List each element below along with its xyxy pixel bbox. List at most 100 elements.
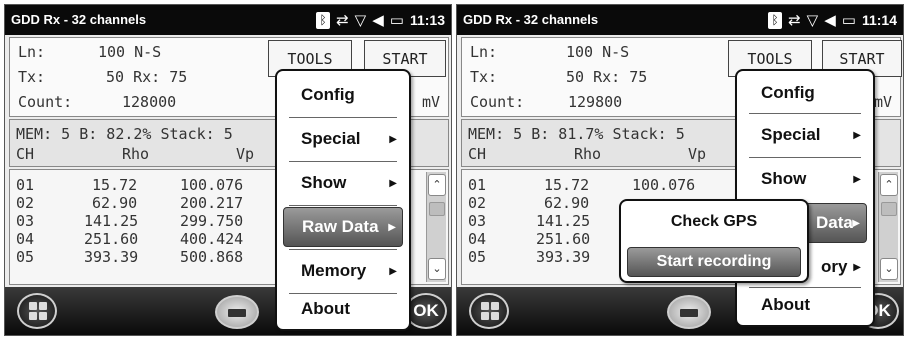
cell-ch: 01 — [16, 176, 35, 194]
menu-item-raw-data[interactable]: Raw Data ▶ — [283, 207, 403, 247]
memory-status: MEM: 5 B: 82.2% Stack: 5 — [16, 125, 233, 143]
submenu-arrow-icon: ▶ — [852, 217, 860, 229]
device-screen-2: GDD Rx - 32 channels ᛒ ⇄ ▽ ◀ ▭ 11:14 Ln:… — [456, 4, 904, 336]
menu-divider — [749, 113, 861, 114]
cell-vp: 400.424 — [180, 230, 244, 248]
cell-ch: 03 — [16, 212, 35, 230]
menu-item-config[interactable]: Config — [743, 73, 867, 113]
unit-label: mV — [874, 93, 893, 111]
header-ch: CH — [16, 145, 35, 163]
menu-item-about[interactable]: About — [283, 289, 403, 329]
line-value: 100 N-S — [98, 43, 162, 61]
menu-divider — [749, 157, 861, 158]
cell-ch: 04 — [468, 230, 487, 248]
keyboard-button[interactable] — [215, 295, 259, 329]
app-title: GDD Rx - 32 channels — [463, 12, 599, 27]
menu-divider — [289, 205, 397, 206]
cell-rho: 251.60 — [536, 230, 591, 248]
volume-icon[interactable]: ◀ — [372, 12, 384, 28]
windows-start-button[interactable] — [17, 293, 57, 329]
menu-item-label: Raw Data — [302, 217, 379, 236]
line-value: 100 N-S — [566, 43, 630, 61]
cell-rho: 141.25 — [536, 212, 591, 230]
windows-start-button[interactable] — [469, 293, 509, 329]
clock[interactable]: 11:14 — [862, 12, 897, 28]
cell-ch: 05 — [16, 248, 35, 266]
memory-status: MEM: 5 B: 81.7% Stack: 5 — [468, 125, 685, 143]
menu-item-show[interactable]: Show ▶ — [283, 163, 403, 203]
cell-ch: 04 — [16, 230, 35, 248]
cell-rho: 62.90 — [92, 194, 138, 212]
cell-ch: 02 — [16, 194, 35, 212]
check-gps-item[interactable]: Check GPS — [627, 207, 801, 237]
start-recording-item[interactable]: Start recording — [627, 247, 801, 277]
count-value: 128000 — [122, 93, 177, 111]
menu-item-label: Config — [301, 85, 355, 104]
keyboard-icon — [228, 309, 246, 317]
cell-ch: 05 — [468, 248, 487, 266]
clock[interactable]: 11:13 — [410, 12, 445, 28]
scroll-thumb[interactable] — [429, 202, 445, 216]
no-signal-icon[interactable]: ▽ — [355, 12, 367, 28]
unit-label: mV — [422, 93, 441, 111]
menu-item-label: Show — [301, 173, 347, 192]
scroll-down-icon[interactable]: ⌄ — [428, 258, 446, 280]
header-vp: Vp — [236, 145, 255, 163]
menu-item-config[interactable]: Config — [283, 75, 403, 115]
scrollbar[interactable]: ⌃ ⌄ — [426, 172, 446, 282]
menu-item-show[interactable]: Show ▶ — [743, 159, 867, 199]
cell-vp: 100.076 — [632, 176, 696, 194]
cell-rho: 393.39 — [536, 248, 591, 266]
scroll-thumb[interactable] — [881, 202, 897, 216]
tools-menu: Config Special ▶ Show ▶ Data ▶ ory ▶ About — [735, 69, 875, 327]
menu-item-special[interactable]: Special ▶ — [283, 119, 403, 159]
keyboard-button[interactable] — [667, 295, 711, 329]
tx-value: 50 Rx: 75 — [566, 68, 648, 86]
submenu-arrow-icon: ▶ — [853, 261, 861, 273]
scroll-up-icon[interactable]: ⌃ — [880, 174, 898, 196]
volume-icon[interactable]: ◀ — [824, 12, 836, 28]
ok-button[interactable]: OK — [405, 293, 447, 329]
cell-ch: 01 — [468, 176, 487, 194]
app-title: GDD Rx - 32 channels — [11, 12, 147, 27]
header-ch: CH — [468, 145, 487, 163]
status-bar: GDD Rx - 32 channels ᛒ ⇄ ▽ ◀ ▭ 11:13 — [5, 5, 451, 35]
scroll-up-icon[interactable]: ⌃ — [428, 174, 446, 196]
submenu-arrow-icon: ▶ — [853, 173, 861, 185]
tx-value: 50 Rx: 75 — [106, 68, 188, 86]
scroll-down-icon[interactable]: ⌄ — [880, 258, 898, 280]
no-signal-icon[interactable]: ▽ — [807, 12, 819, 28]
battery-icon[interactable]: ▭ — [390, 12, 404, 28]
menu-divider — [289, 161, 397, 162]
windows-logo-icon — [481, 302, 499, 320]
menu-item-label: About — [301, 299, 351, 318]
line-label: Ln: — [470, 43, 498, 61]
menu-item-label: Memory — [301, 261, 367, 280]
header-vp: Vp — [688, 145, 707, 163]
bluetooth-icon[interactable]: ᛒ — [768, 11, 783, 29]
sync-icon[interactable]: ⇄ — [788, 12, 801, 28]
menu-item-label: Special — [301, 129, 361, 148]
scrollbar[interactable]: ⌃ ⌄ — [878, 172, 898, 282]
cell-vp: 500.868 — [180, 248, 244, 266]
device-screen-1: GDD Rx - 32 channels ᛒ ⇄ ▽ ◀ ▭ 11:13 Ln:… — [4, 4, 452, 336]
menu-item-special[interactable]: Special ▶ — [743, 115, 867, 155]
menu-divider — [289, 117, 397, 118]
menu-item-memory[interactable]: Memory ▶ — [283, 251, 403, 291]
menu-item-about[interactable]: About — [743, 285, 867, 325]
keyboard-icon — [680, 309, 698, 317]
submenu-arrow-icon: ▶ — [389, 133, 397, 145]
status-bar: GDD Rx - 32 channels ᛒ ⇄ ▽ ◀ ▭ 11:14 — [457, 5, 903, 35]
bluetooth-icon[interactable]: ᛒ — [316, 11, 331, 29]
menu-item-label: Show — [761, 169, 807, 188]
sync-icon[interactable]: ⇄ — [336, 12, 349, 28]
submenu-arrow-icon: ▶ — [389, 265, 397, 277]
submenu-arrow-icon: ▶ — [388, 221, 396, 233]
count-label: Count: — [18, 93, 73, 111]
count-value: 129800 — [568, 93, 623, 111]
cell-rho: 62.90 — [544, 194, 590, 212]
cell-rho: 15.72 — [544, 176, 590, 194]
battery-icon[interactable]: ▭ — [842, 12, 856, 28]
cell-rho: 141.25 — [84, 212, 139, 230]
menu-item-label: About — [761, 295, 811, 314]
